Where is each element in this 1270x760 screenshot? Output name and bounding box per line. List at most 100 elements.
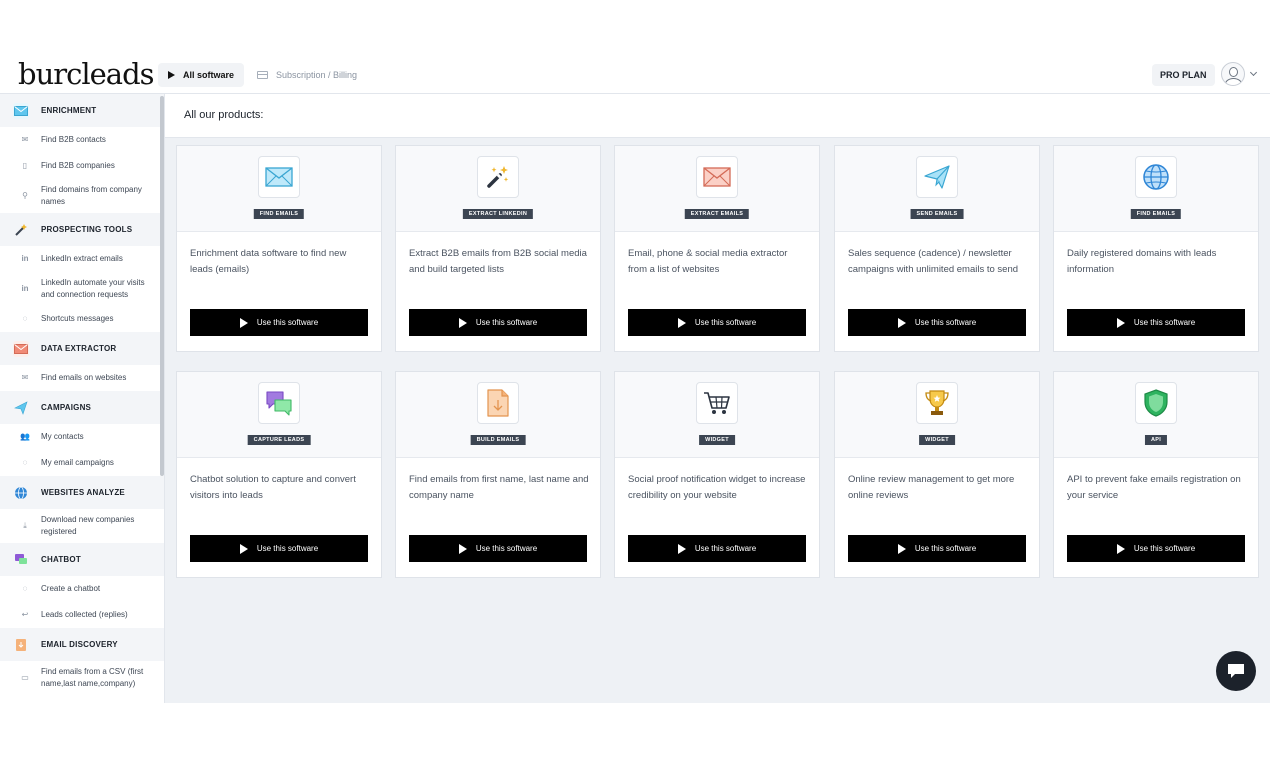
sidebar-section-label: ENRICHMENT — [41, 106, 97, 115]
sidebar-item-create-a-chatbot[interactable]: ◌ Create a chatbot — [0, 576, 164, 602]
product-badge: WIDGET — [919, 435, 955, 445]
chat-bubbles-icon — [13, 552, 29, 568]
sidebar-item-shortcuts-messages[interactable]: ◌ Shortcuts messages — [0, 306, 164, 332]
globe-icon — [1135, 156, 1177, 198]
use-software-button[interactable]: Use this software — [409, 309, 587, 336]
sidebar-item-find-emails-from-csv[interactable]: ▭ Find emails from a CSV (first name,las… — [0, 661, 164, 695]
chevron-down-icon[interactable] — [1249, 68, 1258, 77]
user-head — [1229, 67, 1238, 77]
use-software-button[interactable]: Use this software — [628, 309, 806, 336]
logo[interactable]: burcleads — [18, 58, 155, 90]
sidebar-item-find-emails-on-websites[interactable]: ✉ Find emails on websites — [0, 365, 164, 391]
sidebar-item-linkedin-automate[interactable]: in LinkedIn automate your visits and con… — [0, 272, 164, 306]
sidebar-item-download-new-companies[interactable]: ⤓ Download new companies registered — [0, 509, 164, 543]
sidebar-item-label: Create a chatbot — [41, 584, 101, 593]
product-card-header: SEND EMAILS — [835, 146, 1039, 232]
sidebar: ENRICHMENT ✉ Find B2B contacts ▯ Find B2… — [0, 94, 165, 703]
main-header: All our products: — [165, 94, 1270, 138]
comment-icon: ◌ — [22, 314, 28, 323]
product-description: Email, phone & social media extractor fr… — [628, 248, 788, 275]
product-description: Online review management to get more onl… — [848, 474, 1015, 501]
mail-icon: ✉ — [21, 135, 29, 144]
sidebar-section-campaigns[interactable]: CAMPAIGNS — [0, 391, 164, 424]
use-software-button[interactable]: Use this software — [190, 535, 368, 562]
use-software-button[interactable]: Use this software — [848, 535, 1026, 562]
product-card-header: FIND EMAILS — [1054, 146, 1258, 232]
paper-plane-icon — [916, 156, 958, 198]
sidebar-item-my-email-campaigns[interactable]: ◌ My email campaigns — [0, 450, 164, 476]
product-description: API to prevent fake emails registration … — [1067, 474, 1241, 501]
trophy-icon — [916, 382, 958, 424]
paper-plane-icon — [13, 400, 29, 416]
product-card-build-emails: BUILD EMAILS Find emails from first name… — [395, 371, 601, 578]
document-download-icon — [477, 382, 519, 424]
play-icon — [677, 543, 686, 554]
use-software-label: Use this software — [475, 544, 538, 553]
envelope-icon — [13, 340, 29, 357]
use-software-label: Use this software — [256, 318, 319, 327]
sidebar-section-enrichment[interactable]: ENRICHMENT — [0, 94, 164, 127]
linkedin-icon: in — [21, 254, 29, 263]
sidebar-section-prospecting-tools[interactable]: PROSPECTING TOOLS — [0, 213, 164, 246]
play-icon — [897, 543, 906, 554]
use-software-label: Use this software — [694, 544, 757, 553]
app-frame: burcleads All software Subscription / Bi… — [0, 55, 1270, 703]
product-description: Sales sequence (cadence) / newsletter ca… — [848, 248, 1019, 275]
search-icon: ⚲ — [22, 191, 28, 200]
use-software-button[interactable]: Use this software — [409, 535, 587, 562]
document-icon — [13, 637, 29, 653]
product-badge: API — [1144, 435, 1168, 445]
use-software-label: Use this software — [1133, 544, 1196, 553]
top-header: burcleads All software Subscription / Bi… — [0, 55, 1270, 94]
product-description: Chatbot solution to capture and convert … — [190, 474, 356, 501]
sidebar-section-chatbot[interactable]: CHATBOT — [0, 543, 164, 576]
nav-all-software[interactable]: All software — [158, 63, 245, 87]
sidebar-scrollbar[interactable] — [160, 96, 164, 476]
use-software-button[interactable]: Use this software — [848, 309, 1026, 336]
sidebar-item-label: Find emails on websites — [41, 373, 127, 382]
chat-bubbles-icon — [258, 382, 300, 424]
play-icon — [458, 317, 467, 328]
sidebar-item-label: Download new companies registered — [41, 515, 135, 536]
building-icon: ▯ — [22, 161, 28, 170]
product-card-find-emails: FIND EMAILS Enrichment data software to … — [176, 145, 382, 352]
product-badge: EXTRACT LINKEDIN — [462, 209, 534, 219]
nav-subscription-billing[interactable]: Subscription / Billing — [257, 63, 357, 87]
sidebar-item-my-contacts[interactable]: 👥 My contacts — [0, 424, 164, 450]
sidebar-item-find-b2b-contacts[interactable]: ✉ Find B2B contacts — [0, 127, 164, 153]
use-software-button[interactable]: Use this software — [190, 309, 368, 336]
use-software-button[interactable]: Use this software — [628, 535, 806, 562]
avatar[interactable] — [1221, 62, 1245, 86]
users-icon: 👥 — [20, 432, 30, 441]
sidebar-section-email-discovery[interactable]: EMAIL DISCOVERY — [0, 628, 164, 661]
use-software-button[interactable]: Use this software — [1067, 535, 1245, 562]
chat-launcher-button[interactable] — [1216, 651, 1256, 691]
sidebar-item-leads-collected[interactable]: ↩ Leads collected (replies) — [0, 602, 164, 628]
sidebar-item-label: Find B2B companies — [41, 161, 115, 170]
chat-icon — [1228, 664, 1244, 678]
product-description: Enrichment data software to find new lea… — [190, 248, 347, 275]
use-software-label: Use this software — [475, 318, 538, 327]
sidebar-item-linkedin-extract-emails[interactable]: in LinkedIn extract emails — [0, 246, 164, 272]
sidebar-section-websites-analyze[interactable]: WEBSITES ANALYZE — [0, 476, 164, 509]
product-badge: FIND EMAILS — [253, 209, 305, 219]
use-software-label: Use this software — [1133, 318, 1196, 327]
shopping-cart-icon — [696, 382, 738, 424]
reply-icon: ↩ — [21, 610, 29, 619]
pro-plan-button[interactable]: PRO PLAN — [1152, 64, 1215, 86]
product-badge: EXTRACT EMAILS — [684, 209, 750, 219]
globe-icon — [13, 485, 29, 501]
use-software-button[interactable]: Use this software — [1067, 309, 1245, 336]
sidebar-item-find-b2b-companies[interactable]: ▯ Find B2B companies — [0, 153, 164, 179]
mail-icon: ✉ — [21, 373, 29, 382]
credit-card-icon — [257, 71, 268, 79]
product-badge: FIND EMAILS — [1130, 209, 1182, 219]
magic-wand-icon — [477, 156, 519, 198]
play-icon — [239, 543, 248, 554]
sidebar-item-find-domains[interactable]: ⚲ Find domains from company names — [0, 179, 164, 213]
sidebar-section-data-extractor[interactable]: DATA EXTRACTOR — [0, 332, 164, 365]
product-description: Daily registered domains with leads info… — [1067, 248, 1217, 275]
product-card-registered-domains: FIND EMAILS Daily registered domains wit… — [1053, 145, 1259, 352]
file-icon: ▭ — [21, 673, 29, 682]
product-card-header: EXTRACT LINKEDIN — [396, 146, 600, 232]
